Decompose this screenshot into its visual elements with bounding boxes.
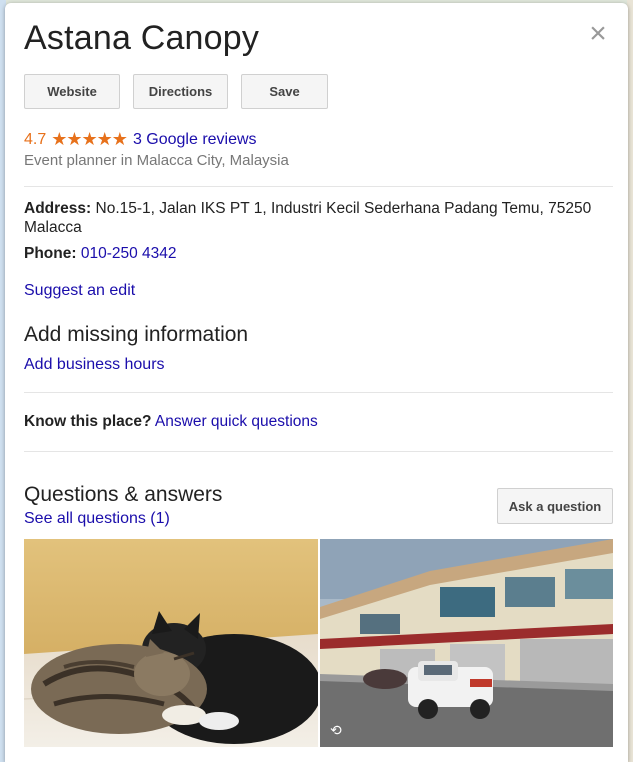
place-card: Astana Canopy × Website Directions Save …: [5, 3, 628, 762]
qa-heading: Questions & answers: [24, 483, 223, 506]
answer-questions-link[interactable]: Answer quick questions: [155, 413, 318, 430]
website-button[interactable]: Website: [24, 74, 120, 109]
street-view-360-icon: ⟲: [330, 722, 342, 738]
place-category: Event planner in Malacca City, Malaysia: [24, 152, 289, 169]
divider: [24, 392, 613, 393]
star-rating-icon: ★★★★★: [51, 129, 128, 149]
photo-cats[interactable]: [24, 539, 318, 747]
photo-street-view[interactable]: ⟲: [320, 539, 613, 747]
close-icon[interactable]: ×: [586, 19, 610, 49]
know-this-place-row: Know this place? Answer quick questions: [24, 413, 318, 431]
phone-label: Phone:: [24, 245, 77, 262]
address-value: No.15-1, Jalan IKS PT 1, Industri Kecil …: [24, 200, 592, 236]
cats-photo-image: [24, 539, 318, 747]
address-row: Address: No.15-1, Jalan IKS PT 1, Indust…: [24, 199, 614, 237]
divider: [24, 186, 613, 187]
divider: [24, 451, 613, 452]
place-title: Astana Canopy: [24, 19, 260, 57]
missing-info-heading: Add missing information: [24, 323, 249, 346]
know-label: Know this place?: [24, 413, 152, 430]
suggest-edit-link[interactable]: Suggest an edit: [24, 282, 135, 300]
phone-link[interactable]: 010-250 4342: [81, 245, 177, 262]
reviews-link[interactable]: 3 Google reviews: [133, 131, 257, 149]
phone-row: Phone: 010-250 4342: [24, 244, 177, 263]
action-buttons: Website Directions Save: [24, 74, 328, 109]
ask-question-button[interactable]: Ask a question: [497, 488, 613, 524]
see-all-questions-link[interactable]: See all questions (1): [24, 510, 170, 528]
save-button[interactable]: Save: [241, 74, 328, 109]
street-photo-image: [320, 539, 613, 747]
rating-value: 4.7: [24, 130, 47, 148]
address-label: Address:: [24, 200, 92, 217]
directions-button[interactable]: Directions: [133, 74, 228, 109]
add-hours-link[interactable]: Add business hours: [24, 356, 165, 374]
rating-row: 4.7 ★★★★★ 3 Google reviews: [24, 129, 257, 150]
